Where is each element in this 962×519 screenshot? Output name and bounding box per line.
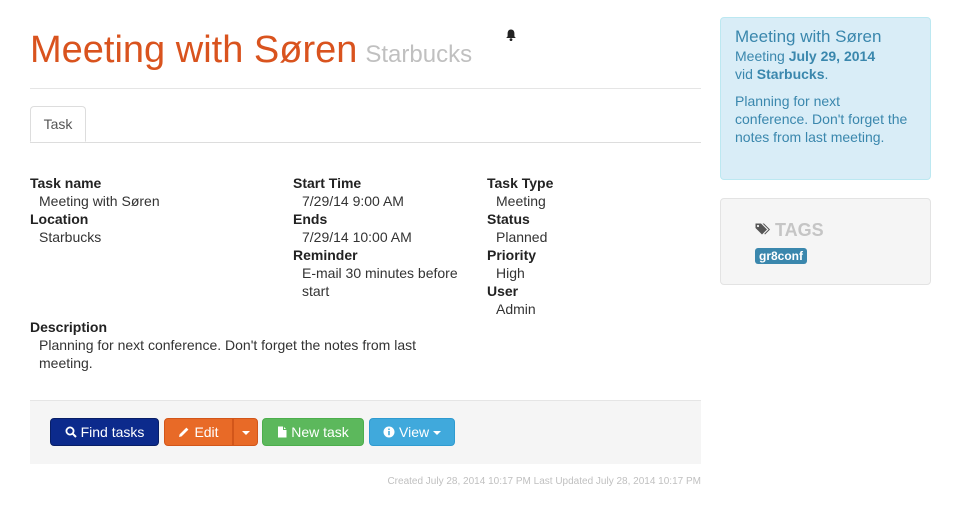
- field-location: Location Starbucks: [30, 210, 280, 246]
- summary-location-suffix: .: [824, 66, 829, 82]
- field-user: User Admin: [487, 282, 687, 318]
- field-value: Meeting: [496, 193, 546, 209]
- summary-description: Planning for next conference. Don't forg…: [735, 93, 908, 145]
- field-label: Ends: [293, 211, 328, 227]
- field-reminder: Reminder E-mail 30 minutes before start: [293, 246, 473, 300]
- bell-icon[interactable]: [504, 28, 518, 42]
- field-value: Planned: [496, 229, 548, 245]
- tab-task[interactable]: Task: [30, 106, 86, 142]
- new-task-label: New task: [291, 424, 349, 440]
- edit-button[interactable]: Edit: [164, 418, 233, 446]
- find-tasks-button[interactable]: Find tasks: [50, 418, 159, 446]
- field-label: Task Type: [487, 175, 554, 191]
- tags-heading-text: TAGS: [775, 220, 824, 240]
- summary-type: Meeting: [735, 48, 785, 64]
- page-header: Meeting with Søren Starbucks: [30, 0, 701, 89]
- field-value: 7/29/14 9:00 AM: [302, 193, 404, 209]
- tags-panel: TAGS gr8conf: [720, 198, 931, 285]
- field-task-name: Task name Meeting with Søren: [30, 174, 280, 210]
- field-ends: Ends 7/29/14 10:00 AM: [293, 210, 483, 246]
- field-value: High: [496, 265, 525, 281]
- field-start-time: Start Time 7/29/14 9:00 AM: [293, 174, 483, 210]
- view-label: View: [399, 424, 430, 440]
- summary-location-line: vid Starbucks.: [735, 65, 916, 83]
- edit-label: Edit: [194, 424, 219, 440]
- field-value: Starbucks: [39, 229, 102, 245]
- tag-badge[interactable]: gr8conf: [755, 248, 808, 264]
- summary-title: Meeting with Søren: [735, 27, 882, 46]
- view-button[interactable]: View: [369, 418, 455, 446]
- caret-down-icon: [432, 431, 441, 436]
- field-label: Description: [30, 319, 108, 335]
- field-label: Status: [487, 211, 530, 227]
- page-title-text: Meeting with Søren: [30, 29, 358, 71]
- task-summary-panel: Meeting with Søren Meeting July 29, 2014…: [720, 17, 931, 180]
- field-value: Planning for next conference. Don't forg…: [39, 337, 416, 371]
- field-value: Admin: [496, 301, 536, 317]
- field-label: User: [487, 283, 519, 299]
- tags-heading: TAGS: [755, 220, 824, 241]
- edit-dropdown-toggle[interactable]: [233, 418, 258, 446]
- field-task-type: Task Type Meeting: [487, 174, 687, 210]
- created-updated-meta: Created July 28, 2014 10:17 PM Last Upda…: [387, 476, 701, 487]
- tab-bar: Task: [30, 106, 701, 143]
- field-label: Location: [30, 211, 89, 227]
- field-label: Reminder: [293, 247, 358, 263]
- search-icon: [65, 426, 77, 438]
- new-task-button[interactable]: New task: [262, 418, 364, 446]
- info-icon: [383, 426, 395, 438]
- pencil-icon: [179, 427, 189, 437]
- file-icon: [278, 426, 287, 438]
- summary-location-prefix: vid: [735, 66, 753, 82]
- field-value: E-mail 30 minutes before start: [302, 265, 458, 299]
- summary-date: July 29, 2014: [788, 48, 876, 64]
- field-value: 7/29/14 10:00 AM: [302, 229, 412, 245]
- caret-down-icon: [241, 431, 250, 436]
- page-subtitle: Starbucks: [365, 41, 473, 68]
- field-status: Status Planned: [487, 210, 687, 246]
- field-label: Start Time: [293, 175, 362, 191]
- summary-location: Starbucks: [756, 66, 825, 82]
- field-value: Meeting with Søren: [39, 193, 160, 209]
- find-tasks-label: Find tasks: [80, 424, 145, 440]
- tags-icon: [755, 223, 770, 235]
- field-label: Task name: [30, 175, 102, 191]
- field-description: Description Planning for next conference…: [30, 318, 450, 372]
- form-actions: Find tasks Edit New task View: [30, 400, 701, 464]
- field-priority: Priority High: [487, 246, 687, 282]
- field-label: Priority: [487, 247, 537, 263]
- summary-date-line: Meeting July 29, 2014: [735, 47, 916, 65]
- page-title: Meeting with Søren Starbucks: [30, 28, 472, 77]
